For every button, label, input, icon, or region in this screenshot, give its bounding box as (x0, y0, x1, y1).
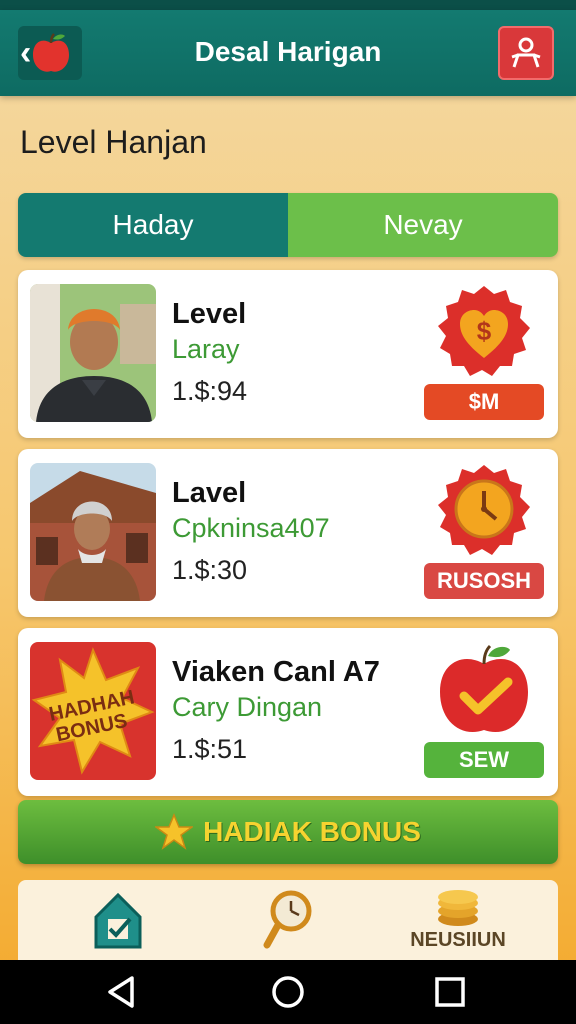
profile-button[interactable] (498, 26, 554, 80)
card-title: Level (172, 298, 247, 330)
recents-square-icon[interactable] (430, 972, 470, 1012)
nav-item-coins[interactable]: NEUSIIUN (398, 880, 518, 960)
bonus-starburst-image: HADHAH BONUS (30, 642, 156, 780)
apple-check-icon (436, 642, 532, 738)
home-circle-icon[interactable] (268, 972, 308, 1012)
page-heading: Level Hanjan (20, 124, 207, 160)
card-subtitle: Cpkninsa407 (172, 513, 330, 543)
list-card[interactable]: HADHAH BONUS Viaken Canl A7 Cary Dingan … (18, 628, 558, 796)
bonus-button[interactable]: HADIAK BONUS (18, 800, 558, 864)
bonus-label: HADIAK BONUS (203, 816, 421, 847)
tab-haday[interactable]: Haday (18, 193, 288, 257)
home-icon (94, 892, 142, 949)
list-card[interactable]: Lavel Cpkninsa407 1.$:30 RUSOSH (18, 449, 558, 617)
list-card[interactable]: Level Laray 1.$:94 $ $M (18, 270, 558, 438)
system-nav-bar (0, 960, 576, 1024)
star-icon (155, 813, 194, 850)
back-triangle-icon[interactable] (102, 972, 142, 1012)
card-subtitle: Cary Dingan (172, 692, 323, 722)
coins-icon (438, 889, 478, 926)
action-button[interactable]: RUSOSH (424, 563, 544, 599)
card-price: 1.$:30 (172, 555, 248, 585)
nav-item-search[interactable] (238, 880, 338, 960)
action-button[interactable]: $M (424, 384, 544, 420)
card-title: Viaken Canl A7 (172, 656, 380, 688)
card-price: 1.$:51 (172, 734, 248, 764)
card-price: 1.$:94 (172, 376, 248, 406)
tab-nevay[interactable]: Nevay (288, 193, 558, 257)
bottom-nav: NEUSIIUN (18, 880, 558, 960)
app-title: Desal Harigan (194, 36, 382, 67)
person-icon (511, 37, 541, 68)
search-clock-icon (263, 890, 312, 949)
nav-label-coins: NEUSIIUN (410, 928, 506, 951)
person-photo (30, 284, 156, 422)
clock-icon (436, 463, 532, 559)
card-subtitle: Laray (172, 334, 240, 364)
nav-item-home[interactable] (68, 880, 168, 960)
svg-text:$: $ (477, 316, 492, 346)
tab-bar: Haday Nevay (18, 193, 558, 257)
app-bar: ‹ Desal Harigan (0, 10, 576, 96)
action-button[interactable]: SEW (424, 742, 544, 778)
status-bar (0, 0, 576, 10)
card-title: Lavel (172, 477, 247, 509)
person-photo (30, 463, 156, 601)
dollar-heart-icon: $ (436, 284, 532, 380)
